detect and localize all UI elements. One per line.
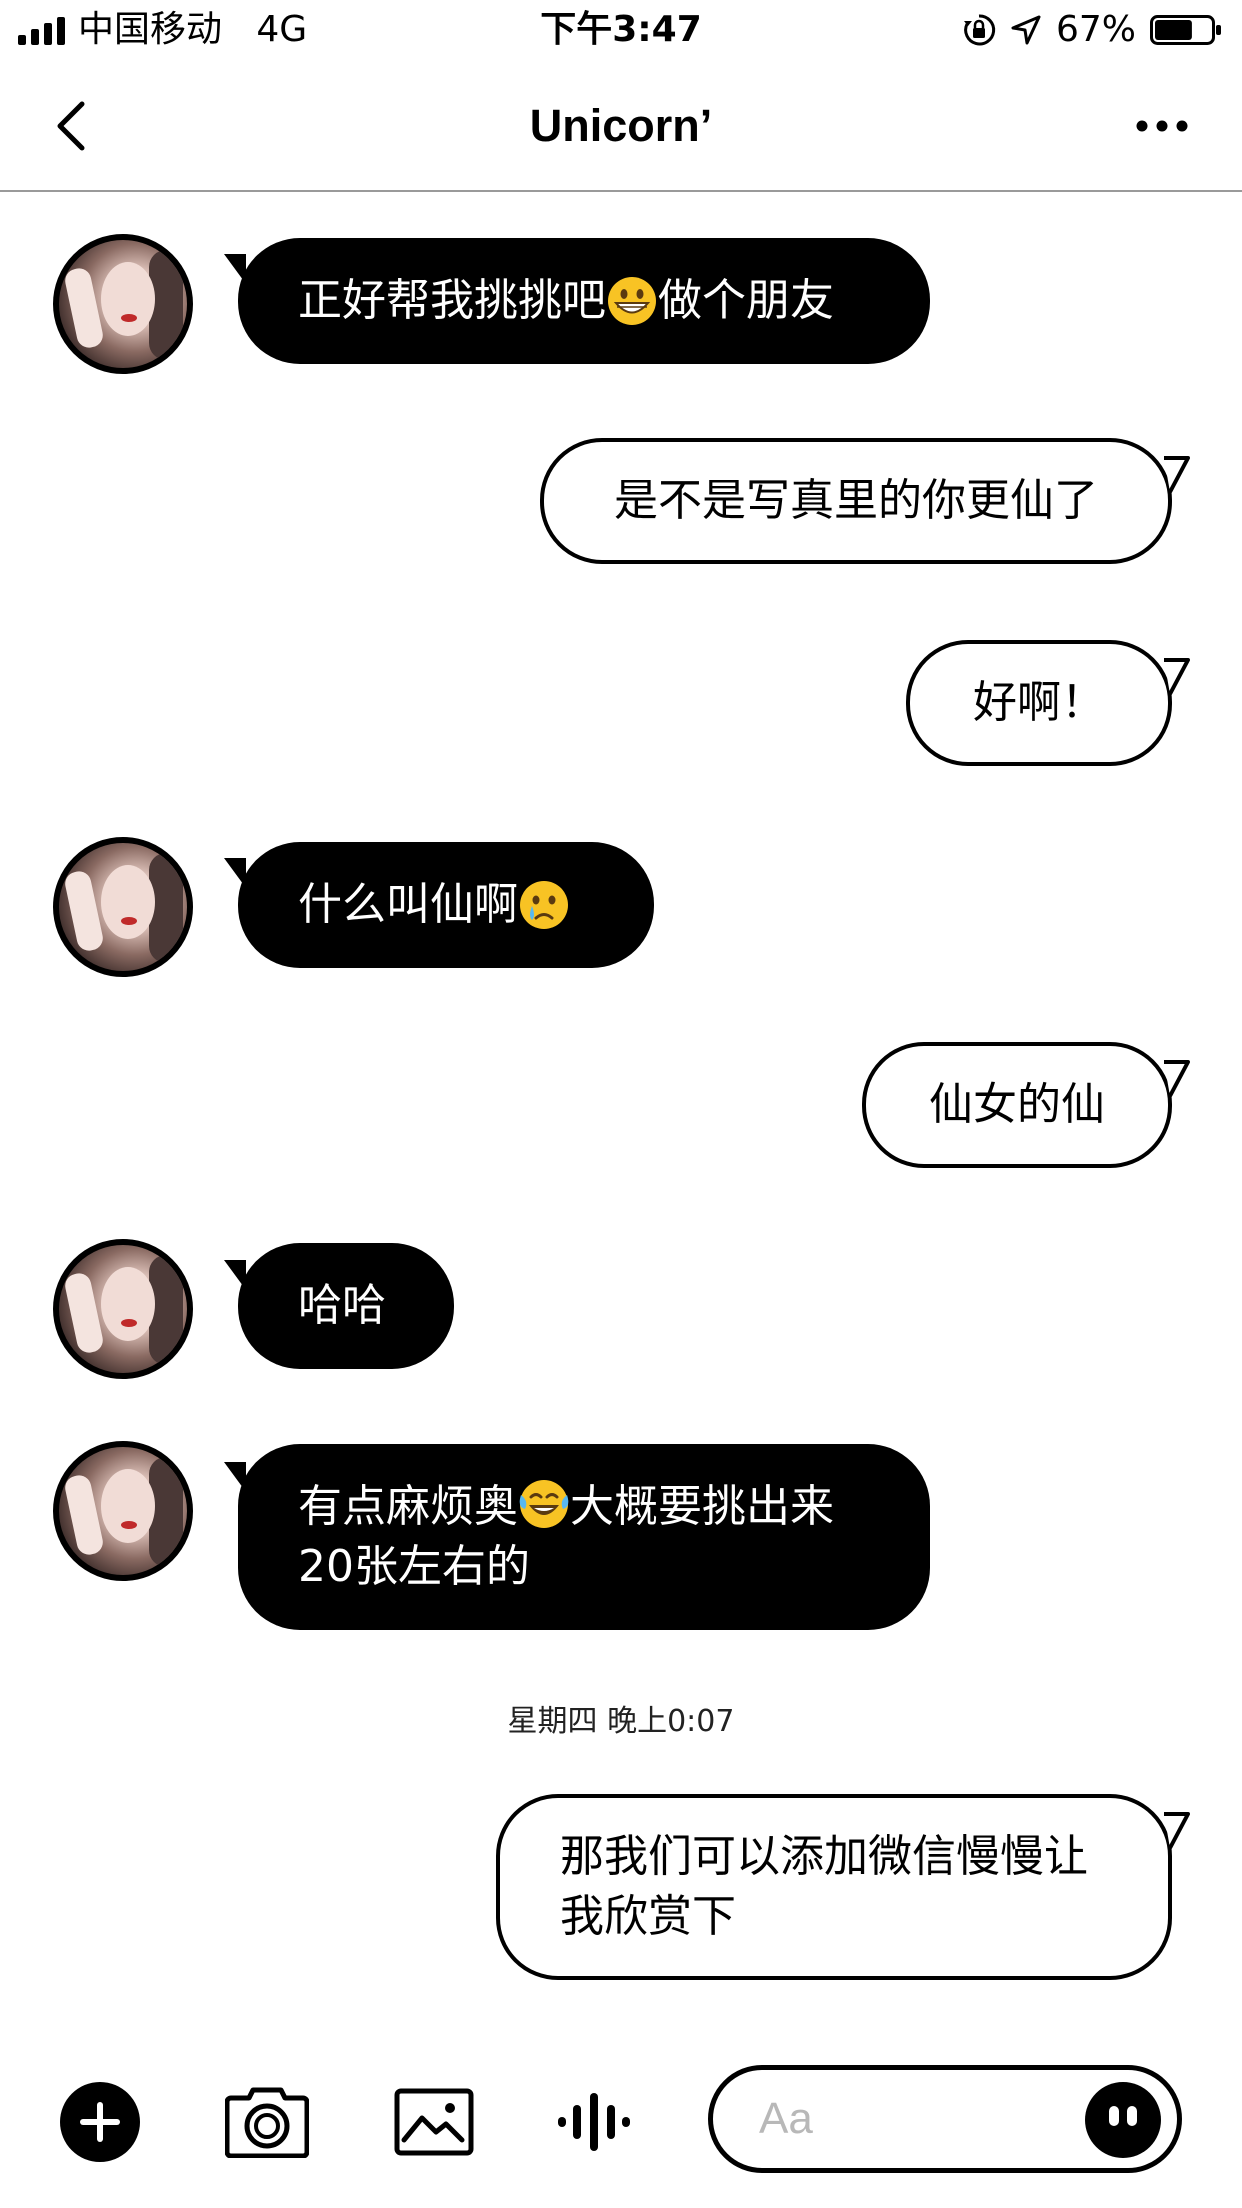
message-bubble-incoming[interactable]: 什么叫仙啊 [238,842,654,968]
message-bubble-outgoing[interactable]: 好啊！ [906,640,1172,766]
location-arrow-icon [1011,15,1041,45]
orientation-lock-icon [963,14,996,46]
image-icon [394,2088,474,2156]
message-timestamp: 星期四 晚上0:07 [507,1704,735,1739]
more-dots-icon [1136,120,1188,132]
message-input[interactable] [759,2088,1059,2150]
more-button[interactable] [1122,94,1202,158]
message-composer [0,2060,1242,2180]
camera-icon [225,2087,309,2158]
message-text: 是不是写真里的你更仙了 [614,475,1098,526]
bubble-tail-outgoing [1164,658,1190,695]
message-text: 好啊！ [973,677,1105,728]
conversation-title[interactable]: Unicorn’ [0,94,1242,158]
bubble-tail-outgoing [1164,1812,1190,1849]
plus-circle-icon [60,2082,140,2162]
photo-button[interactable] [392,2080,476,2164]
message-text: 什么叫仙啊 [298,879,518,930]
contact-avatar[interactable] [53,234,193,374]
message-bubble-incoming[interactable]: 有点麻烦奥 大概要挑出来 20张左右的 [238,1444,930,1630]
voice-button[interactable] [554,2080,634,2164]
message-text: 有点麻烦奥 [298,1481,518,1532]
message-input-box[interactable] [708,2065,1182,2173]
contact-avatar[interactable] [53,837,193,977]
sticker-button[interactable] [1085,2082,1161,2158]
message-text: 正好帮我挑挑吧 [298,275,606,326]
message-bubble-incoming[interactable]: 正好帮我挑挑吧 做个朋友 [238,238,930,364]
battery-icon [1150,15,1221,45]
grinning-face-icon [608,277,656,325]
message-text: 那我们可以添加微信慢慢让 我欣赏下 [560,1831,1088,1942]
message-bubble-incoming[interactable]: 哈哈 [238,1243,454,1369]
message-text-block: 有点麻烦奥 大概要挑出来 20张左右的 [298,1477,834,1597]
message-text: 仙女的仙 [929,1079,1105,1130]
status-bar: 中国移动 4G 下午3:47 67% [0,0,1242,64]
tears-of-joy-icon [519,1480,569,1528]
contact-avatar[interactable] [53,1441,193,1581]
message-bubble-outgoing[interactable]: 是不是写真里的你更仙了 [540,438,1172,564]
battery-percent: 67% [1055,9,1136,50]
add-button[interactable] [58,2080,142,2164]
message-bubble-outgoing[interactable]: 那我们可以添加微信慢慢让 我欣赏下 [496,1794,1172,1980]
status-right-group: 67% [962,8,1222,52]
camera-button[interactable] [224,2080,310,2164]
bubble-tail-outgoing [1164,456,1190,493]
chat-header: Unicorn’ [0,64,1242,192]
message-text-continued: 做个朋友 [658,275,834,326]
crying-face-icon [520,881,568,929]
message-bubble-outgoing[interactable]: 仙女的仙 [862,1042,1172,1168]
bubble-tail-outgoing [1164,1060,1190,1097]
voice-wave-icon [558,2093,630,2151]
message-text: 哈哈 [298,1280,386,1331]
contact-avatar[interactable] [53,1239,193,1379]
